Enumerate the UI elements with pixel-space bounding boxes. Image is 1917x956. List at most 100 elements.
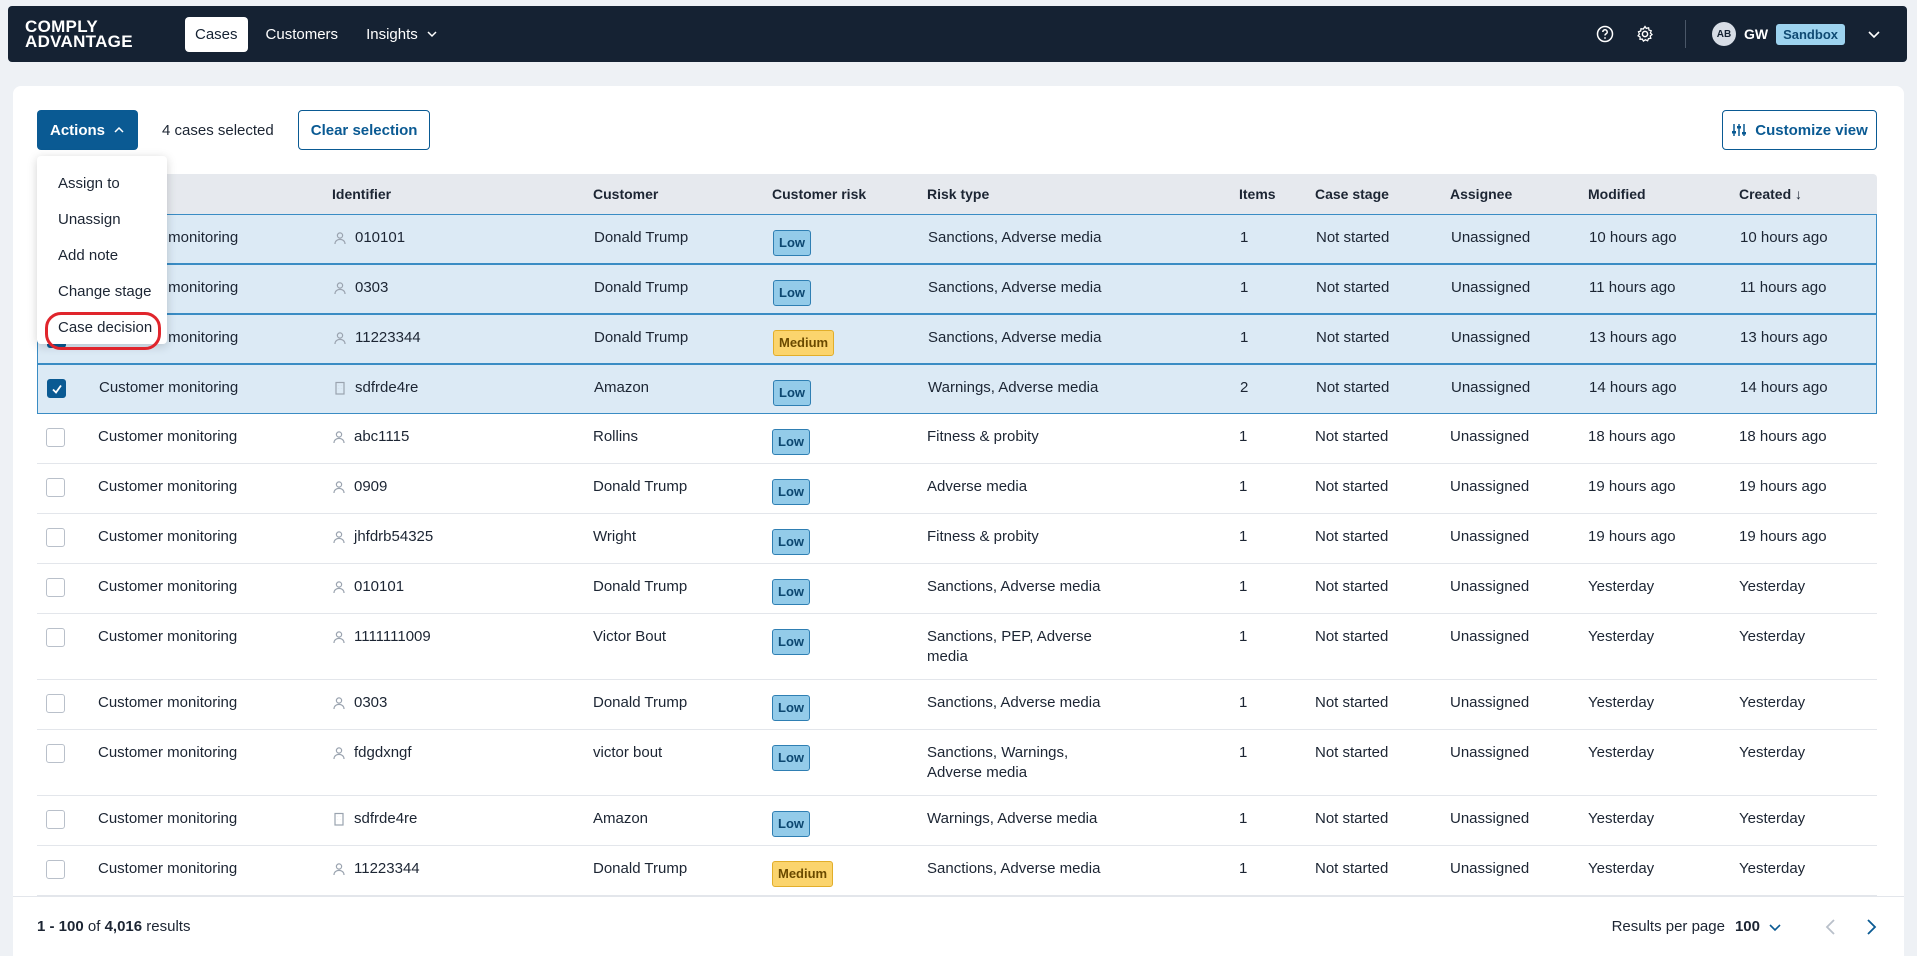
clear-selection-button[interactable]: Clear selection: [297, 110, 431, 150]
check-icon: [51, 384, 62, 394]
actions-button[interactable]: Actions: [37, 110, 139, 150]
person-icon: [334, 282, 346, 295]
row-checkbox[interactable]: [46, 628, 65, 647]
case-type: Customer monitoring: [98, 810, 238, 827]
customer-name: Donald Trump: [593, 860, 688, 877]
row-checkbox[interactable]: [46, 744, 65, 763]
row-checkbox[interactable]: [46, 694, 65, 713]
assignee: Unassigned: [1451, 379, 1531, 396]
table-row[interactable]: Customer monitoring abc1115 Rollins Low Fitn…: [37, 414, 1877, 464]
chevron-down-icon: [427, 31, 437, 38]
created-time: 18 hours ago: [1739, 428, 1827, 445]
risk-badge: Low: [773, 230, 811, 256]
case-type: Customer monitoring: [99, 379, 239, 396]
identifier: jhfdrb54325: [354, 528, 434, 545]
assignee: Unassigned: [1450, 578, 1530, 595]
risk-type: Sanctions, PEP, Adverse media: [927, 628, 1092, 665]
risk-type: Sanctions, Adverse media: [927, 860, 1101, 877]
menu-item-case-decision[interactable]: Case decision: [37, 310, 167, 350]
table-row[interactable]: Customer monitoring fdgdxngf victor bout Lo…: [37, 730, 1877, 796]
person-icon: [333, 747, 345, 760]
avatar[interactable]: AB: [1711, 22, 1736, 46]
chevron-down-icon: [1868, 31, 1880, 39]
sliders-icon: [1732, 124, 1747, 136]
assignee: Unassigned: [1450, 528, 1530, 545]
customer-name: Rollins: [593, 428, 639, 445]
chevron-down-icon[interactable]: [1768, 920, 1782, 934]
identifier-cell: 1111111009: [332, 614, 593, 647]
assignee: Unassigned: [1450, 694, 1530, 711]
results-count: 1 - 100 of 4,016 results: [37, 918, 191, 935]
table-row[interactable]: Customer monitoring 11223344 Donald Trump M…: [37, 846, 1877, 896]
user-menu-toggle[interactable]: [1867, 27, 1881, 41]
modified-time: Yesterday: [1588, 628, 1655, 645]
menu-item-change-stage[interactable]: Change stage: [37, 274, 167, 310]
created-time: 11 hours ago: [1740, 279, 1827, 296]
customize-view-button[interactable]: Customize view: [1722, 110, 1877, 150]
table-row[interactable]: Customer monitoring 11223344 Donald Trump M…: [37, 314, 1877, 364]
header-assignee[interactable]: Assignee: [1450, 184, 1588, 204]
items-count: 1: [1240, 229, 1249, 246]
row-checkbox[interactable]: [46, 428, 65, 447]
table-row[interactable]: Customer monitoring 0909 Donald Trump Low Ad…: [37, 464, 1877, 514]
nav-cases[interactable]: Cases: [185, 16, 248, 52]
risk-badge: Low: [772, 529, 810, 555]
person-icon: [333, 697, 345, 710]
header-identifier[interactable]: Identifier: [332, 184, 593, 204]
items-count: 1: [1239, 428, 1248, 445]
header-case-stage[interactable]: Case stage: [1315, 184, 1450, 204]
menu-item-unassign[interactable]: Unassign: [37, 202, 167, 238]
per-page-select[interactable]: 100: [1735, 918, 1760, 935]
comply-advantage-logo[interactable]: COMPLY ADVANTAGE: [25, 18, 153, 50]
created-time: 19 hours ago: [1739, 478, 1827, 495]
table-row[interactable]: Customer monitoring sdfrde4re Amazon Low War…: [37, 364, 1877, 414]
created-time: Yesterday: [1739, 860, 1806, 877]
items-count: 1: [1239, 478, 1248, 495]
identifier-cell: sdfrde4re: [333, 365, 594, 398]
table-row[interactable]: Customer monitoring sdfrde4re Amazon Low War…: [37, 796, 1877, 846]
table-row[interactable]: Customer monitoring jhfdrb54325 Wright Low F…: [37, 514, 1877, 564]
row-checkbox[interactable]: [46, 810, 65, 829]
row-checkbox[interactable]: [46, 860, 65, 879]
nav-customers[interactable]: Customers: [256, 17, 349, 52]
risk-type: Warnings, Adverse media: [927, 810, 1098, 827]
menu-item-assign-to[interactable]: Assign to: [37, 166, 167, 202]
menu-item-add-note[interactable]: Add note: [37, 238, 167, 274]
header-items[interactable]: Items: [1239, 184, 1315, 204]
assignee: Unassigned: [1450, 478, 1530, 495]
settings-button[interactable]: [1625, 25, 1665, 43]
risk-badge: Low: [773, 280, 811, 306]
table-footer: 1 - 100 of 4,016 results Results per pag…: [13, 896, 1904, 956]
pagination: [1824, 918, 1878, 936]
help-button[interactable]: [1585, 25, 1625, 43]
identifier: 11223344: [354, 860, 420, 877]
table-row[interactable]: Customer monitoring 0303 Donald Trump Low Sa…: [37, 680, 1877, 730]
table-row[interactable]: Customer monitoring 1111111009 Victor Bout…: [37, 614, 1877, 680]
header-customer-risk[interactable]: Customer risk: [772, 184, 927, 204]
identifier-cell: jhfdrb54325: [332, 514, 593, 547]
header-created[interactable]: Created ↓: [1739, 184, 1869, 204]
table-row[interactable]: Customer monitoring 0303 Donald Trump Low Sa…: [37, 264, 1877, 314]
row-checkbox[interactable]: [47, 379, 66, 398]
header-customer[interactable]: Customer: [593, 184, 772, 204]
customer-name: Amazon: [594, 379, 650, 396]
case-type: Customer monitoring: [98, 744, 238, 761]
header-modified[interactable]: Modified: [1588, 184, 1739, 204]
row-checkbox[interactable]: [46, 528, 65, 547]
items-count: 1: [1239, 528, 1248, 545]
modified-time: 18 hours ago: [1588, 428, 1676, 445]
table-row[interactable]: Customer monitoring 010101 Donald Trump Low…: [37, 564, 1877, 614]
nav-insights[interactable]: Insights: [356, 17, 448, 52]
case-stage: Not started: [1316, 279, 1390, 296]
table-row[interactable]: Customer monitoring 010101 Donald Trump Low…: [37, 214, 1877, 264]
row-checkbox[interactable]: [46, 478, 65, 497]
identifier-cell: 010101: [333, 215, 594, 248]
next-page-icon[interactable]: [1864, 918, 1878, 936]
row-checkbox[interactable]: [46, 578, 65, 597]
previous-page-icon[interactable]: [1824, 918, 1838, 936]
items-count: 1: [1239, 860, 1248, 877]
case-stage: Not started: [1316, 379, 1390, 396]
header-risk-type[interactable]: Risk type: [927, 184, 1239, 204]
customer-name: Donald Trump: [593, 478, 688, 495]
risk-badge: Medium: [772, 861, 834, 887]
